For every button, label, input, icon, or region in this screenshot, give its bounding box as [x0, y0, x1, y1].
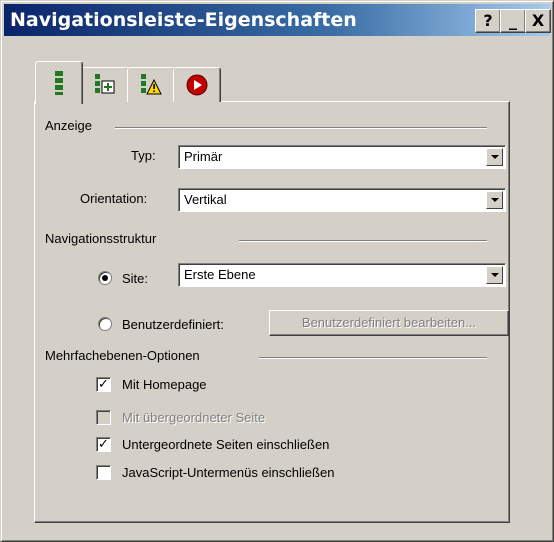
close-button[interactable]: X — [525, 9, 551, 33]
parent-page-label: Mit übergeordneter Seite — [122, 410, 266, 425]
tab-pages[interactable] — [81, 67, 129, 102]
help-button[interactable]: ? — [475, 9, 501, 33]
separator — [259, 357, 487, 359]
nav-bar-icon — [55, 71, 63, 95]
window-title: Navigationsleiste-Eigenschaften — [10, 9, 357, 31]
subpages-label[interactable]: Untergeordnete Seiten einschließen — [122, 437, 329, 452]
tab-actions[interactable] — [173, 67, 221, 102]
orientation-value: Vertikal — [184, 192, 227, 207]
site-radio[interactable] — [98, 271, 112, 285]
checkmark-icon: ✓ — [98, 377, 109, 392]
chevron-down-icon[interactable] — [486, 191, 503, 209]
typ-label-text: Typ: — [131, 148, 156, 163]
parent-page-checkbox[interactable] — [96, 410, 111, 425]
separator — [115, 127, 487, 129]
tab-warnings[interactable] — [127, 67, 175, 102]
help-icon: ? — [483, 11, 493, 30]
warning-page-icon — [141, 74, 162, 95]
edit-custom-button[interactable]: Benutzerdefiniert bearbeiten... — [269, 310, 509, 336]
checkmark-icon: ✓ — [98, 437, 109, 452]
js-submenus-checkbox[interactable] — [96, 465, 111, 480]
custom-label[interactable]: Benutzerdefiniert: — [122, 317, 224, 332]
homepage-label[interactable]: Mit Homepage — [122, 377, 207, 392]
typ-label: Typ: — [131, 148, 156, 163]
typ-value: Primär — [184, 149, 223, 164]
add-page-icon — [95, 74, 115, 94]
orientation-label: Orientation: — [80, 191, 148, 206]
close-icon: X — [531, 11, 545, 30]
tab-navigation[interactable] — [35, 61, 83, 104]
red-circle-icon — [186, 74, 208, 96]
site-select[interactable]: Erste Ebene — [178, 263, 506, 287]
site-label[interactable]: Site: — [122, 271, 148, 286]
title-bar[interactable]: Navigationsleiste-Eigenschaften ? _ X — [4, 4, 551, 36]
chevron-down-icon[interactable] — [486, 148, 503, 166]
minimize-button[interactable]: _ — [500, 9, 526, 33]
group-label-anzeige: Anzeige — [45, 118, 92, 133]
site-value: Erste Ebene — [184, 267, 256, 282]
js-submenus-label[interactable]: JavaScript-Untermenüs einschließen — [122, 465, 334, 480]
separator — [239, 240, 487, 242]
homepage-checkbox[interactable]: ✓ — [96, 377, 111, 392]
group-label-mehrfachebenen: Mehrfachebenen-Optionen — [45, 348, 200, 363]
custom-radio[interactable] — [98, 317, 112, 331]
subpages-checkbox[interactable]: ✓ — [96, 437, 111, 452]
minimize-icon: _ — [509, 11, 517, 30]
chevron-down-icon[interactable] — [486, 266, 503, 284]
group-label-navigationsstruktur: Navigationsstruktur — [45, 231, 157, 246]
typ-select[interactable]: Primär — [178, 145, 506, 169]
orientation-select[interactable]: Vertikal — [178, 188, 506, 212]
properties-dialog: Navigationsleiste-Eigenschaften ? _ X An… — [0, 0, 554, 542]
